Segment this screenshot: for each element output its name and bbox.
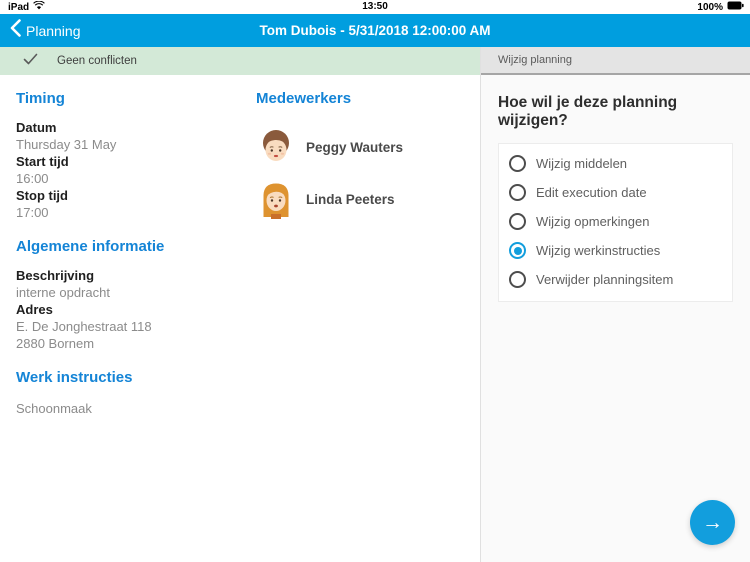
field-value: 17:00 bbox=[16, 205, 49, 220]
radio-icon bbox=[509, 271, 526, 288]
section-heading: Werk instructies bbox=[16, 369, 133, 386]
section-heading: Timing bbox=[16, 90, 65, 107]
arrow-right-icon: → bbox=[702, 510, 723, 534]
field-value: 2880 Bornem bbox=[16, 336, 95, 351]
field-label: Adres bbox=[16, 302, 53, 317]
radio-icon bbox=[509, 242, 526, 259]
field-value: Thursday 31 May bbox=[16, 137, 117, 152]
nav-bar: Planning Tom Dubois - 5/31/2018 12:00:00… bbox=[0, 14, 750, 47]
options-card: Wijzig middelen Edit execution date Wijz… bbox=[498, 143, 733, 302]
section-work-instructions: Werk instructies Schoonmaak bbox=[16, 369, 256, 417]
option-wijzig-opmerkingen[interactable]: Wijzig opmerkingen bbox=[499, 207, 732, 236]
option-verwijder-planningsitem[interactable]: Verwijder planningsitem bbox=[499, 265, 732, 294]
radio-icon bbox=[509, 155, 526, 172]
field-value: E. De Jonghestraat 118 bbox=[16, 319, 152, 334]
chevron-left-icon bbox=[10, 19, 21, 42]
field-value: 16:00 bbox=[16, 171, 49, 186]
employees-section: Medewerkers Peggy Wauters Linda Peeters bbox=[256, 90, 480, 426]
battery-percent: 100% bbox=[697, 1, 723, 13]
section-heading: Medewerkers bbox=[256, 90, 352, 107]
field-label: Datum bbox=[16, 120, 57, 135]
option-edit-execution-date[interactable]: Edit execution date bbox=[499, 178, 732, 207]
next-button[interactable]: → bbox=[690, 500, 735, 545]
battery-icon bbox=[727, 1, 744, 13]
banner-text: Geen conflicten bbox=[57, 55, 137, 67]
radio-icon bbox=[509, 184, 526, 201]
no-conflicts-banner: Geen conflicten bbox=[0, 47, 480, 75]
panel-question: Hoe wil je deze planning wijzigen? bbox=[498, 94, 678, 129]
field-label: Start tijd bbox=[16, 154, 69, 169]
planning-details: Timing Datum Thursday 31 May Start tijd … bbox=[16, 90, 256, 426]
field-value: interne opdracht bbox=[16, 285, 110, 300]
field-value: Schoonmaak bbox=[16, 401, 92, 416]
radio-icon bbox=[509, 213, 526, 230]
detail-pane: Geen conflicten Timing Datum Thursday 31… bbox=[0, 47, 480, 562]
field-label: Stop tijd bbox=[16, 188, 68, 203]
section-general-info: Algemene informatie Beschrijving interne… bbox=[16, 238, 256, 352]
panel-header: Wijzig planning bbox=[481, 47, 750, 75]
employee-row[interactable]: Linda Peeters bbox=[256, 173, 480, 225]
status-bar: iPad 13:50 100% bbox=[0, 0, 750, 14]
option-wijzig-werkinstructies[interactable]: Wijzig werkinstructies bbox=[499, 236, 732, 265]
back-button-label: Planning bbox=[26, 22, 81, 39]
checkmark-icon bbox=[23, 52, 38, 70]
field-label: Beschrijving bbox=[16, 268, 95, 283]
option-wijzig-middelen[interactable]: Wijzig middelen bbox=[499, 149, 732, 178]
employee-row[interactable]: Peggy Wauters bbox=[256, 121, 480, 173]
section-heading: Algemene informatie bbox=[16, 238, 165, 255]
avatar bbox=[256, 179, 296, 219]
clock: 13:50 bbox=[362, 1, 388, 12]
avatar bbox=[256, 127, 296, 167]
edit-planning-panel: Wijzig planning Hoe wil je deze planning… bbox=[480, 47, 750, 562]
employee-name: Peggy Wauters bbox=[306, 139, 404, 155]
employee-name: Linda Peeters bbox=[306, 191, 395, 207]
back-button[interactable]: Planning bbox=[10, 14, 81, 47]
section-timing: Timing Datum Thursday 31 May Start tijd … bbox=[16, 90, 256, 221]
page-title: Tom Dubois - 5/31/2018 12:00:00 AM bbox=[259, 23, 491, 38]
